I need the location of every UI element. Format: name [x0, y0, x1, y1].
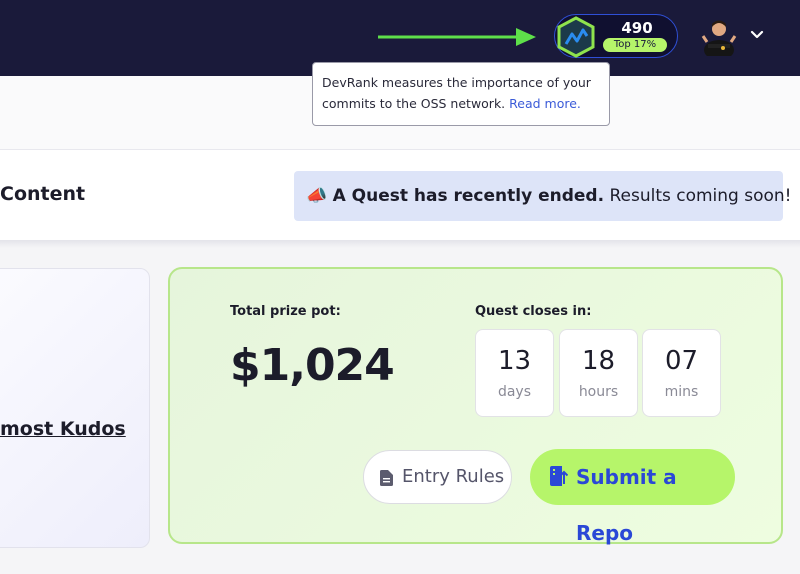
countdown-hours: 18 hours — [559, 329, 638, 417]
divider-shadow — [0, 240, 800, 248]
devrank-score: 490 — [621, 19, 653, 37]
banner-text: Results coming soon! — [604, 186, 792, 206]
entry-rules-label: Entry Rules — [402, 466, 505, 487]
banner-bold-text: A Quest has recently ended. — [332, 186, 605, 206]
countdown-days: 13 days — [475, 329, 554, 417]
chevron-down-icon[interactable] — [749, 27, 765, 43]
countdown-mins-value: 07 — [664, 346, 699, 376]
entry-rules-button[interactable]: Entry Rules — [363, 450, 512, 504]
user-avatar[interactable] — [699, 16, 739, 56]
countdown-mins: 07 mins — [642, 329, 721, 417]
quest-status-banner: 📣 A Quest has recently ended. Results co… — [294, 171, 792, 221]
submit-repo-button[interactable]: Submit a Repo — [530, 449, 735, 545]
countdown-days-unit: days — [497, 384, 532, 400]
kudos-card — [0, 268, 150, 548]
devrank-rank-badge: Top 17% — [603, 38, 667, 52]
most-kudos-link[interactable]: most Kudos — [0, 418, 126, 440]
prize-pot-label: Total prize pot: — [230, 304, 341, 319]
read-more-link[interactable]: Read more. — [509, 96, 581, 111]
devrank-score-pill[interactable]: 490 Top 17% — [554, 14, 678, 58]
megaphone-icon: 📣 — [306, 186, 328, 206]
countdown-days-value: 13 — [497, 346, 532, 376]
section-title: Content — [0, 183, 86, 205]
document-icon — [380, 470, 393, 486]
quest-closes-label: Quest closes in: — [475, 304, 592, 319]
countdown-mins-unit: mins — [664, 384, 699, 400]
countdown-hours-unit: hours — [578, 384, 619, 400]
pointer-arrow-icon — [378, 28, 536, 46]
countdown-hours-value: 18 — [581, 346, 616, 376]
devrank-hexagon-icon — [557, 16, 595, 58]
upload-repo-icon — [550, 466, 568, 486]
devrank-tooltip: DevRank measures the importance of your … — [312, 62, 610, 126]
prize-amount: $1,024 — [230, 340, 395, 391]
